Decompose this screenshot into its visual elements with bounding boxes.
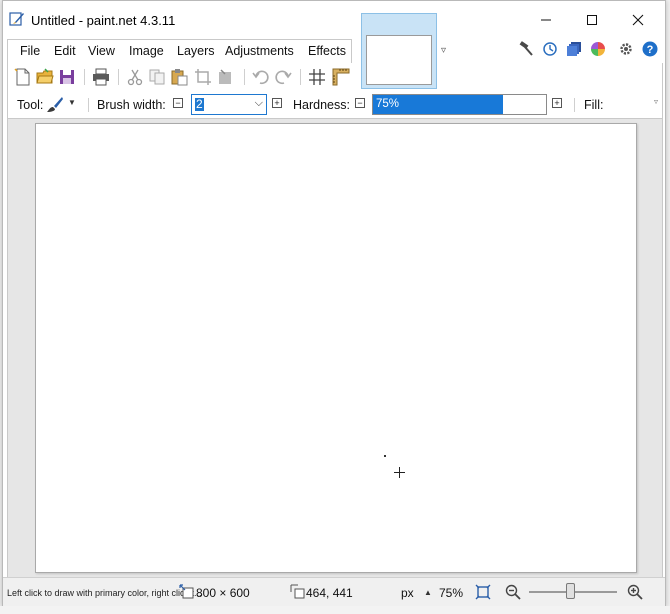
maximize-icon	[587, 15, 597, 25]
hammer-icon	[519, 41, 533, 56]
units-up-arrow-icon[interactable]: ▲	[424, 588, 432, 597]
settings-button[interactable]	[617, 40, 635, 58]
image-canvas[interactable]	[35, 123, 637, 573]
menu-view[interactable]: View	[88, 44, 115, 58]
help-icon: ?	[642, 41, 658, 57]
zoom-level[interactable]: 75%	[439, 586, 463, 600]
overflow-chevron-icon[interactable]: ▿	[654, 97, 658, 106]
history-window-button[interactable]	[541, 40, 559, 58]
brush-width-label: Brush width:	[97, 98, 166, 112]
paintnet-window: Untitled - paint.net 4.3.11 ▿ File Edit …	[2, 0, 666, 608]
brush-width-decrease-button[interactable]: −	[173, 98, 183, 108]
color-wheel-icon	[591, 42, 605, 56]
undo-icon[interactable]	[252, 68, 270, 86]
svg-text:?: ?	[647, 44, 654, 56]
paintbrush-icon	[47, 97, 63, 112]
options-separator	[574, 98, 575, 112]
hardness-label: Hardness:	[293, 98, 350, 112]
toolbar-separator	[244, 69, 245, 85]
status-hint: Left click to draw with primary color, r…	[7, 588, 202, 598]
chevron-down-icon: ▼	[68, 98, 76, 107]
main-toolbar	[7, 63, 663, 91]
history-clock-icon	[543, 42, 557, 56]
layers-window-button[interactable]	[565, 40, 583, 58]
status-bar: Left click to draw with primary color, r…	[3, 577, 665, 607]
title-bar[interactable]: Untitled - paint.net 4.3.11	[3, 1, 665, 39]
new-image-icon[interactable]	[14, 68, 32, 86]
image-tab-thumbnail[interactable]	[361, 13, 437, 89]
open-folder-icon[interactable]	[36, 68, 54, 86]
image-size: 800 × 600	[196, 586, 250, 600]
tool-label: Tool:	[17, 98, 44, 112]
hardness-slider[interactable]: 75%	[372, 94, 547, 115]
help-button[interactable]: ?	[641, 40, 659, 58]
toolbar-separator	[84, 69, 85, 85]
zoom-in-icon[interactable]	[627, 584, 643, 600]
chevron-down-icon[interactable]: ⌵	[255, 97, 263, 110]
minimize-icon	[541, 19, 551, 21]
toolbar-separator	[300, 69, 301, 85]
image-size-icon	[179, 584, 194, 599]
menu-image[interactable]: Image	[129, 44, 164, 58]
ruler-icon[interactable]	[332, 68, 350, 86]
cursor-position-icon	[290, 584, 305, 599]
fill-label: Fill:	[584, 98, 604, 112]
gear-icon	[620, 43, 632, 55]
maximize-button[interactable]	[569, 1, 615, 39]
zoom-out-icon[interactable]	[505, 584, 521, 600]
print-icon[interactable]	[92, 68, 110, 86]
menu-layers[interactable]: Layers	[177, 44, 215, 58]
tool-selector-dropdown[interactable]: ▼	[46, 95, 78, 115]
crop-to-selection-icon[interactable]	[194, 68, 212, 86]
menu-file[interactable]: File	[20, 44, 40, 58]
image-list-dropdown-icon[interactable]: ▿	[441, 45, 446, 56]
copy-icon[interactable]	[148, 68, 166, 86]
redo-icon[interactable]	[274, 68, 292, 86]
options-separator	[88, 98, 89, 112]
grid-icon[interactable]	[308, 68, 326, 86]
tools-window-button[interactable]	[517, 40, 535, 58]
canvas-workspace	[7, 119, 663, 577]
menu-bar: File Edit View Image Layers Adjustments …	[7, 39, 352, 63]
brush-width-value: 2	[195, 97, 204, 111]
menu-adjustments[interactable]: Adjustments	[225, 44, 294, 58]
zoom-slider-thumb[interactable]	[566, 583, 575, 599]
background-window-edge-bottom	[0, 606, 670, 614]
minimize-button[interactable]	[523, 1, 569, 39]
tool-options-bar: Tool: ▼ Brush width: − 2 ⌵ + Hardness: −…	[7, 91, 663, 119]
units-selector[interactable]: px	[401, 586, 414, 600]
save-disk-icon[interactable]	[58, 68, 76, 86]
menu-edit[interactable]: Edit	[54, 44, 76, 58]
painted-dot	[384, 455, 386, 457]
hardness-value: 75%	[376, 98, 400, 110]
window-title: Untitled - paint.net 4.3.11	[31, 13, 176, 28]
deselect-icon[interactable]	[216, 68, 234, 86]
close-button[interactable]	[615, 1, 661, 39]
menu-effects[interactable]: Effects	[308, 44, 346, 58]
zoom-to-window-icon[interactable]	[475, 584, 491, 600]
brush-width-input[interactable]: 2 ⌵	[191, 94, 267, 115]
hardness-decrease-button[interactable]: −	[355, 98, 365, 108]
crosshair-cursor-icon	[394, 467, 405, 478]
brush-width-increase-button[interactable]: +	[272, 98, 282, 108]
layers-icon	[567, 42, 581, 56]
paste-icon[interactable]	[170, 68, 188, 86]
paintnet-app-icon	[9, 12, 24, 26]
cursor-position: 464, 441	[306, 586, 353, 600]
colors-window-button[interactable]	[589, 40, 607, 58]
window-tools: ?	[517, 40, 663, 60]
image-thumbnail-preview	[366, 35, 432, 85]
hardness-increase-button[interactable]: +	[552, 98, 562, 108]
toolbar-separator	[118, 69, 119, 85]
close-icon	[632, 14, 644, 26]
cut-scissors-icon[interactable]	[126, 68, 144, 86]
